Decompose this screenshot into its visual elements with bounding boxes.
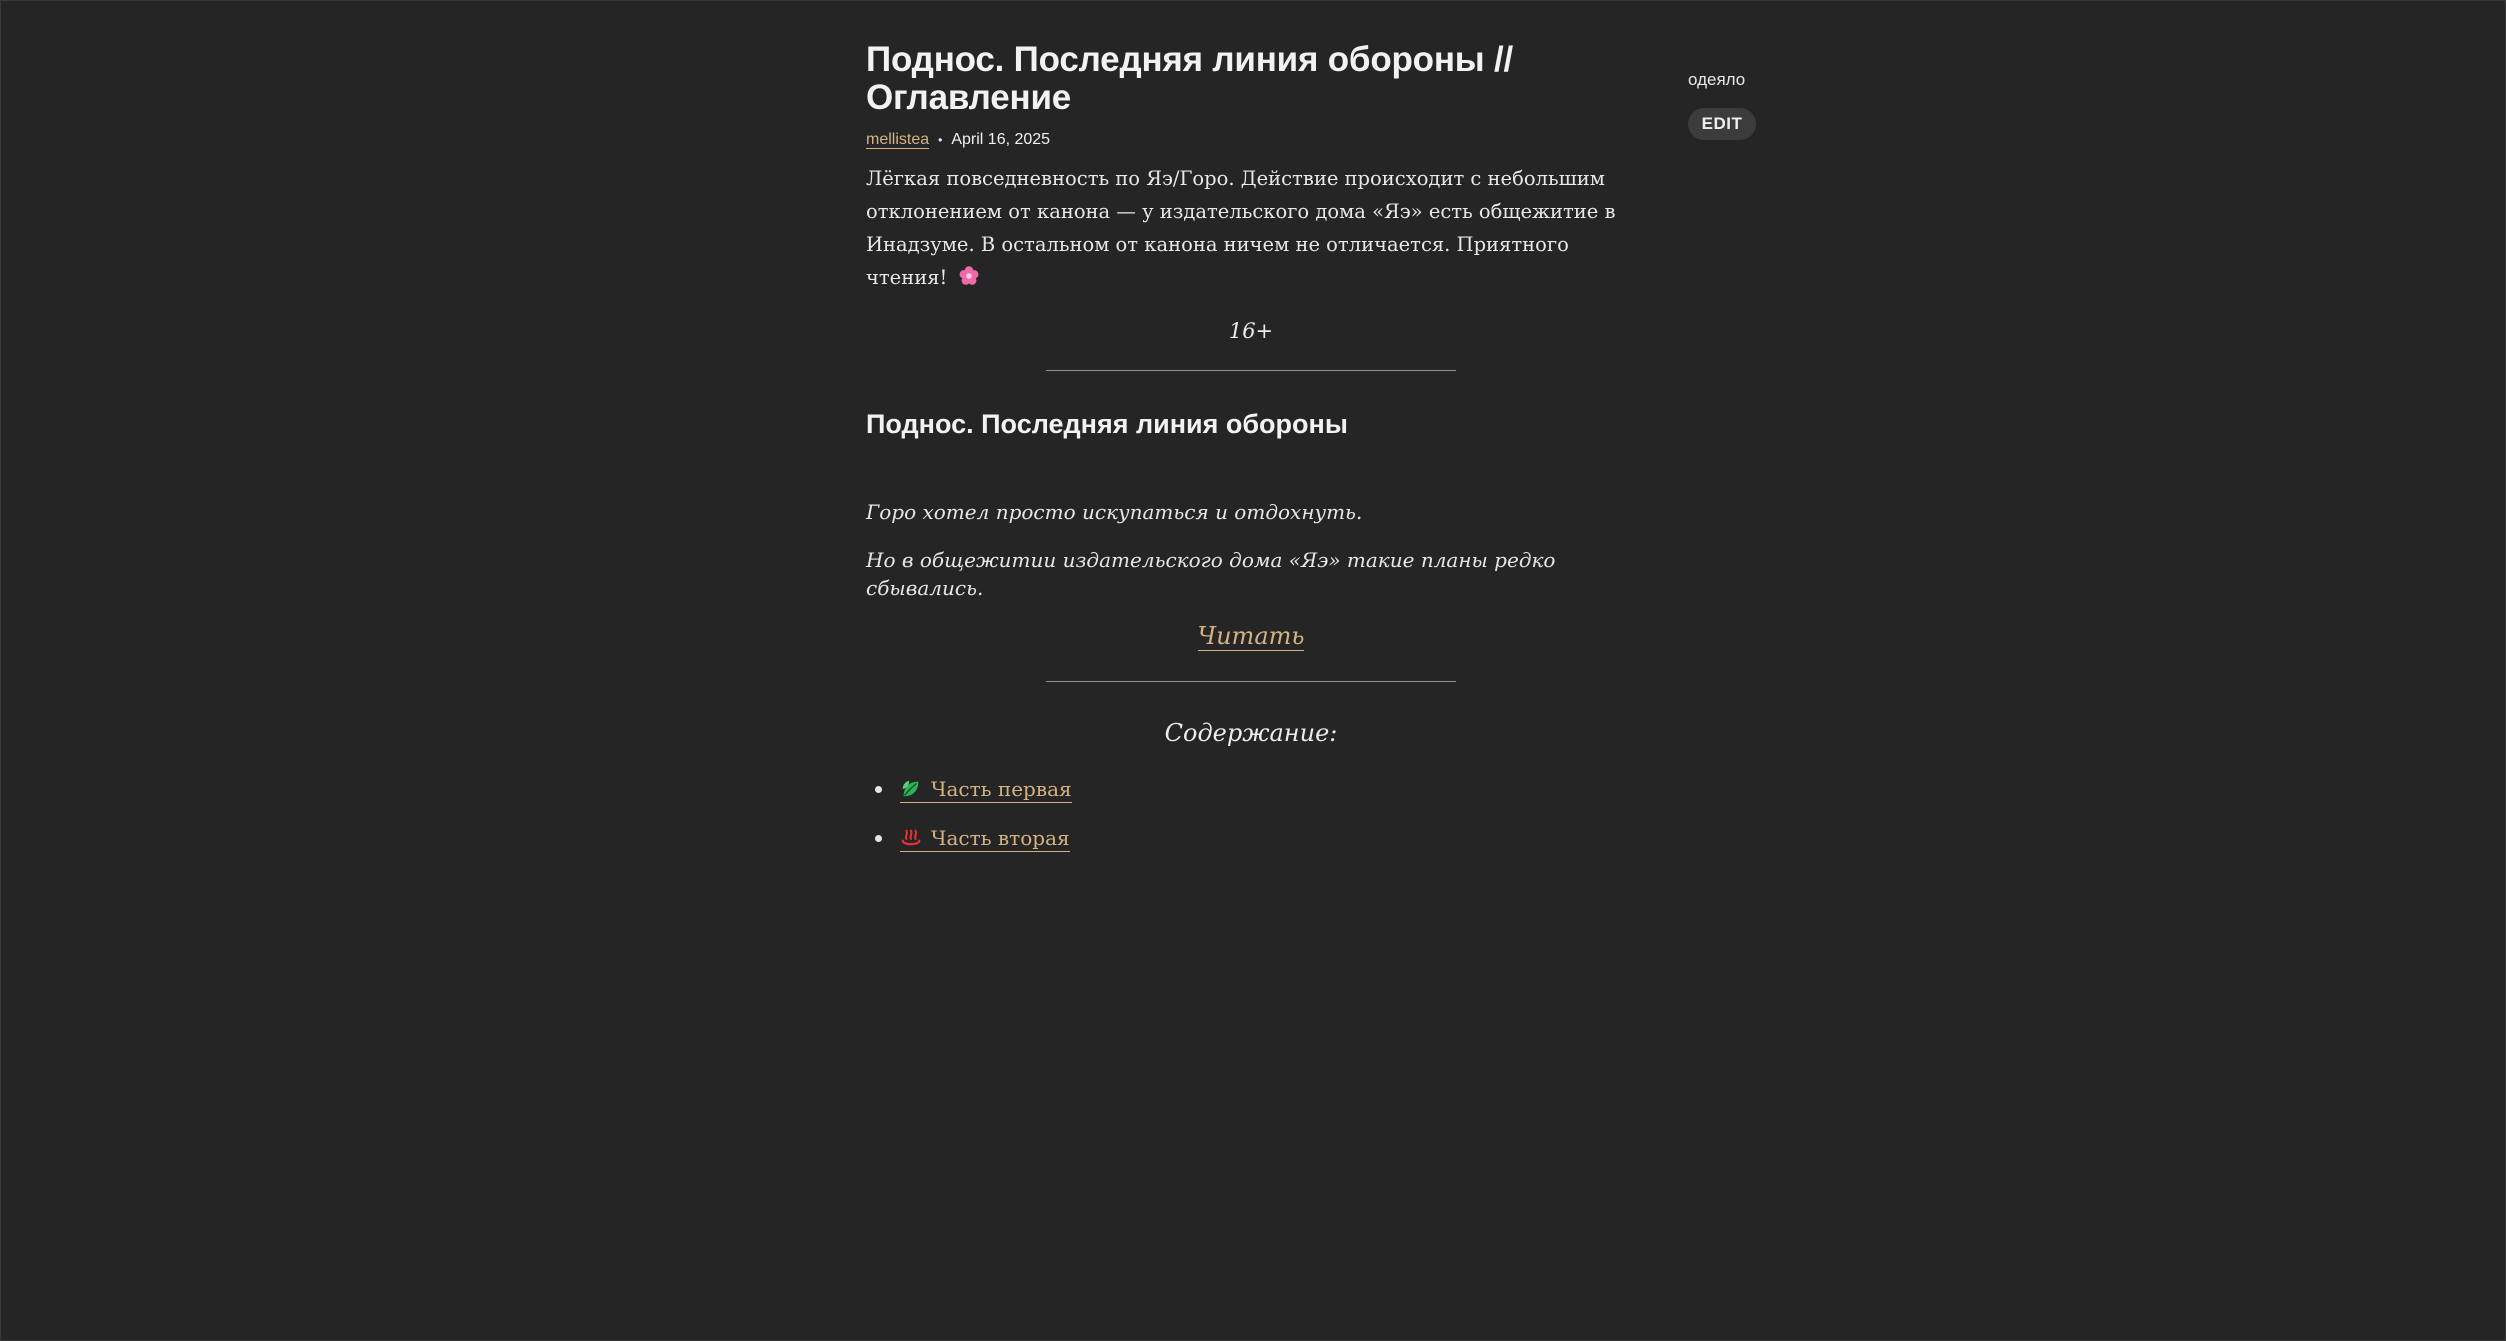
read-link-container: Читать	[866, 621, 1636, 651]
divider	[1046, 370, 1456, 371]
section-title: Поднос. Последняя линия обороны	[866, 409, 1348, 439]
summary: Лёгкая повседневность по Яэ/Горо. Действ…	[866, 162, 1636, 294]
excerpt-paragraph: Горо хотел просто искупаться и отдохнуть…	[866, 500, 1363, 524]
bullet	[875, 785, 882, 793]
read-link[interactable]: Читать	[1197, 622, 1305, 651]
cherry-blossom-icon	[959, 266, 979, 285]
toc-link-part-2[interactable]: Часть вторая	[900, 825, 1070, 852]
age-rating: 16+	[1228, 319, 1274, 343]
toc-list: Часть первая Часть вторая	[866, 774, 1636, 853]
toc-link-part-1[interactable]: Часть первая	[900, 776, 1072, 803]
toc-link-label: Часть вторая	[931, 825, 1070, 850]
page-title: Поднос. Последняя линия обороны // Оглав…	[866, 40, 1514, 117]
author-link[interactable]: mellistea	[866, 131, 930, 149]
tag-label[interactable]: одеяло	[1688, 69, 1756, 91]
excerpt-paragraph: Но в общежитии издательского дома «Яэ» т…	[866, 548, 1556, 600]
bullet	[875, 834, 882, 842]
leaf-icon	[902, 780, 919, 796]
post-meta: mellistea • April 16, 2025	[866, 130, 1636, 150]
hot-springs-icon	[901, 829, 921, 845]
sidebar: одеяло EDIT	[1688, 69, 1756, 140]
list-item: Часть первая	[866, 774, 1636, 804]
toc-title: Содержание:	[1164, 719, 1338, 747]
article: Поднос. Последняя линия обороны // Оглав…	[866, 41, 1636, 872]
meta-separator: •	[938, 133, 943, 147]
divider	[1046, 681, 1456, 682]
list-item: Часть вторая	[866, 823, 1636, 853]
toc-link-label: Часть первая	[931, 776, 1072, 801]
edit-button[interactable]: EDIT	[1688, 108, 1756, 140]
post-date: April 16, 2025	[951, 131, 1051, 148]
